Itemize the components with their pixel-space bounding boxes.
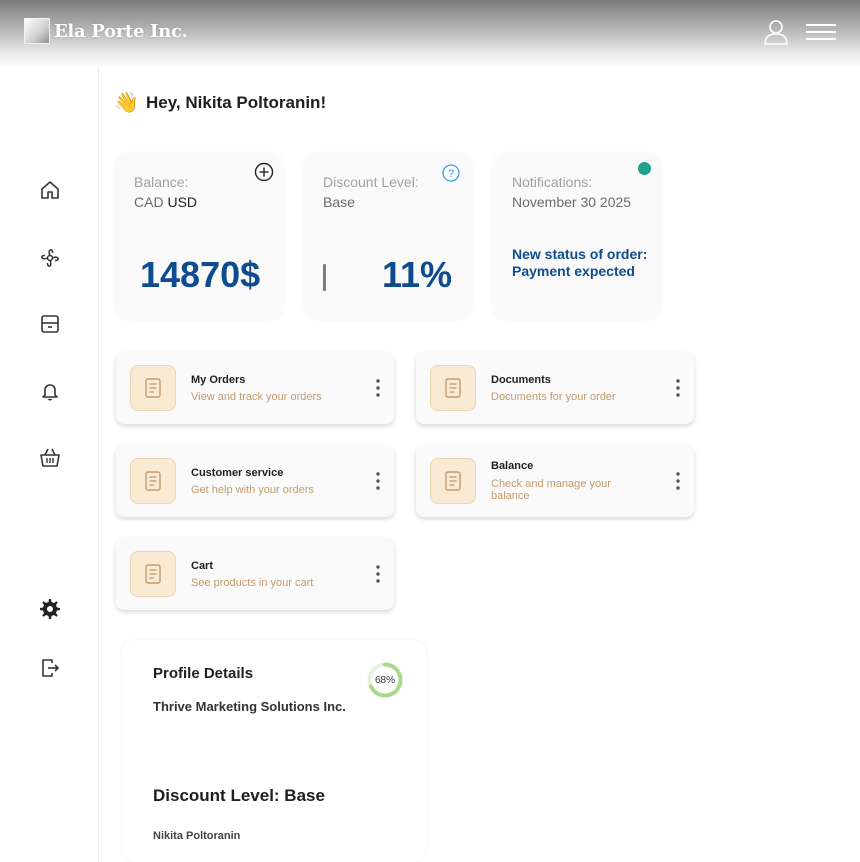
discount-divider [323, 264, 326, 291]
discount-value: 11% [382, 254, 453, 295]
sidebar-item-settings[interactable] [37, 596, 63, 622]
card-description: View and track your orders [191, 391, 322, 403]
discount-heading: Discount Level: Base [153, 786, 325, 805]
brand-logo[interactable]: Ela Porte Inc. [24, 18, 188, 44]
documents-card[interactable]: Documents Documents for your order [416, 352, 694, 424]
sidebar-item-cart[interactable] [37, 445, 63, 471]
balance-label: Balance: [134, 174, 189, 190]
balance-currency: CAD USD [134, 194, 198, 210]
box-icon [41, 315, 59, 333]
more-vertical-icon[interactable] [672, 377, 684, 399]
sidebar-item-home[interactable] [37, 177, 63, 203]
more-vertical-icon[interactable] [372, 563, 384, 585]
company-name: Thrive Marketing Solutions Inc. [153, 699, 346, 714]
card-title: Balance [491, 460, 534, 472]
notifications-label: Notifications: [512, 174, 593, 190]
status-dot [638, 162, 651, 175]
document-icon [430, 365, 476, 411]
card-title: Cart [191, 560, 214, 572]
profile-title: Profile Details [153, 665, 254, 682]
completion-percent: 68% [374, 674, 395, 686]
my-orders-card[interactable]: My Orders View and track your orders [116, 352, 394, 424]
greeting-text: Hey, Nikita Poltoranin! [146, 92, 327, 112]
greeting: 👋 Hey, Nikita Poltoranin! [114, 90, 326, 115]
more-vertical-icon[interactable] [672, 470, 684, 492]
more-vertical-icon[interactable] [372, 377, 384, 399]
document-icon [130, 458, 176, 504]
card-description: See products in your cart [191, 577, 314, 589]
profile-card: Profile Details Thrive Marketing Solutio… [122, 640, 426, 862]
discount-card[interactable]: Discount Level: Base 11% ? [305, 154, 471, 319]
balance-card[interactable]: Balance: CAD USD 14870$ [116, 154, 282, 319]
profile-name: Nikita Poltoranin [153, 830, 241, 842]
basket-icon [40, 448, 60, 467]
waving-hand-icon: 👋 [114, 92, 139, 114]
card-title: Documents [491, 374, 551, 386]
gear-icon [40, 599, 60, 619]
bell-icon [42, 384, 58, 401]
notifications-date: November 30 2025 [512, 194, 632, 210]
svg-text:?: ? [448, 168, 454, 180]
document-icon [430, 458, 476, 504]
cart-card[interactable]: Cart See products in your cart [116, 538, 394, 610]
home-icon [41, 181, 59, 199]
logout-icon [42, 659, 60, 677]
plus-circle-icon[interactable] [254, 162, 274, 182]
sidebar [0, 68, 99, 862]
user-icon[interactable] [763, 19, 789, 45]
discount-label: Discount Level: [323, 174, 419, 190]
notification-message: New status of order: Payment expected [512, 246, 648, 279]
customer-service-card[interactable]: Customer service Get help with your orde… [116, 445, 394, 517]
card-description: Get help with your orders [191, 484, 314, 496]
more-vertical-icon[interactable] [372, 470, 384, 492]
help-circle-icon[interactable]: ? [441, 163, 461, 183]
card-description: Check and manage your balance [491, 478, 611, 502]
sidebar-item-orders[interactable] [37, 311, 63, 337]
document-icon [130, 551, 176, 597]
hamburger-menu-icon[interactable] [806, 21, 836, 43]
discount-level: Base [323, 194, 355, 210]
propeller-icon [41, 249, 59, 267]
sidebar-item-products[interactable] [37, 245, 63, 271]
sidebar-item-notifications[interactable] [37, 378, 63, 404]
sidebar-item-logout[interactable] [37, 655, 63, 681]
notifications-card[interactable]: Notifications: November 30 2025 New stat… [494, 154, 660, 319]
logo-mark-icon [24, 18, 50, 44]
document-icon [130, 365, 176, 411]
balance-amount: 14870$ [140, 254, 261, 295]
card-title: Customer service [191, 467, 284, 479]
card-title: My Orders [191, 374, 246, 386]
card-description: Documents for your order [491, 391, 616, 403]
brand-name: Ela Porte Inc. [54, 20, 188, 42]
top-header: Ela Porte Inc. [0, 0, 860, 68]
balance-action-card[interactable]: Balance Check and manage your balance [416, 445, 694, 517]
